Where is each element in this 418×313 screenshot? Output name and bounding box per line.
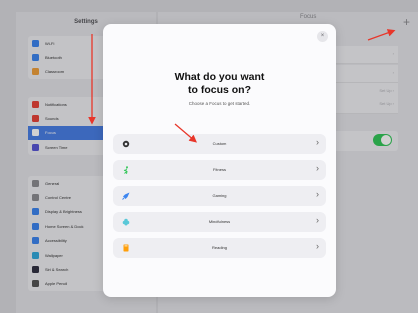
focus-option-mindfulness[interactable]: Mindfulness › <box>113 212 326 232</box>
ipad-screen: Settings Wi-Fi Bluetooth Classroom Notif… <box>0 0 418 313</box>
option-label: Custom <box>212 141 227 146</box>
modal-title-line2: to focus on? <box>188 84 251 96</box>
chevron-right-icon: › <box>316 241 319 251</box>
chevron-right-icon: › <box>316 163 319 173</box>
chevron-right-icon: › <box>316 215 319 225</box>
modal-title-line1: What do you want <box>174 71 265 83</box>
option-label: Gaming <box>212 193 227 198</box>
modal-subtitle: Choose a Focus to get started. <box>188 101 251 106</box>
focus-setup-modal: × What do you want to focus on? Choose a… <box>103 24 336 297</box>
focus-option-reading[interactable]: Reading › <box>113 238 326 258</box>
option-label: Reading <box>212 245 227 250</box>
modal-title: What do you want to focus on? <box>103 71 336 97</box>
option-label: Fitness <box>213 167 226 172</box>
option-label: Mindfulness <box>208 219 231 224</box>
chevron-right-icon: › <box>316 189 319 199</box>
focus-option-custom[interactable]: Custom › <box>113 134 326 154</box>
chevron-right-icon: › <box>316 137 319 147</box>
focus-option-fitness[interactable]: Fitness › <box>113 160 326 180</box>
focus-option-gaming[interactable]: Gaming › <box>113 186 326 206</box>
close-button[interactable]: × <box>317 31 328 42</box>
